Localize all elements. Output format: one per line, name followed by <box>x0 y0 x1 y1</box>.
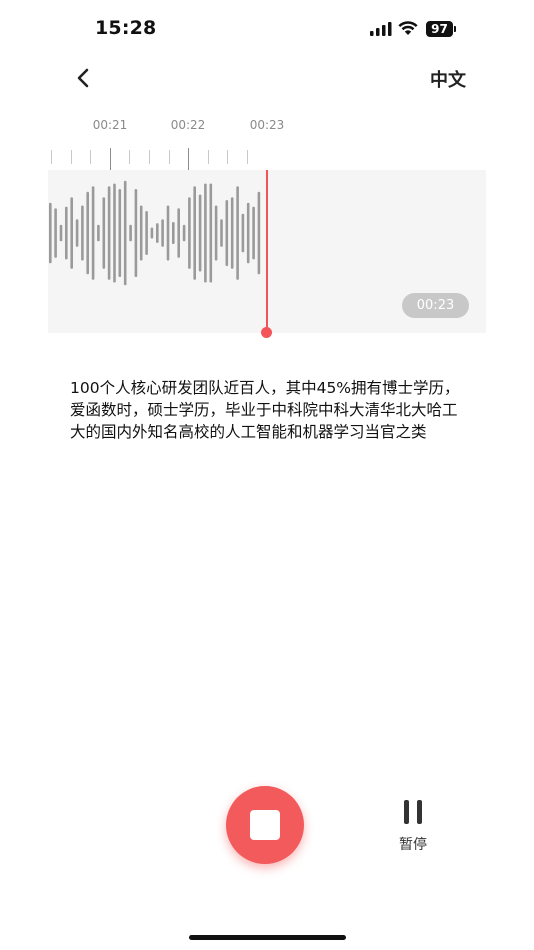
waveform-bar <box>150 227 154 239</box>
waveform-bar <box>123 180 127 286</box>
home-indicator <box>189 935 346 940</box>
waveform-bar <box>86 191 89 275</box>
waveform-bar <box>75 219 79 247</box>
waveform-bar <box>97 224 100 242</box>
waveform-bar <box>70 197 73 269</box>
timeline-tick <box>149 150 150 164</box>
playhead-line[interactable] <box>266 170 268 333</box>
pause-bar <box>417 800 422 824</box>
timeline-label: 00:23 <box>249 118 285 132</box>
cellular-signal-icon <box>370 22 392 36</box>
waveform-bar <box>129 224 132 242</box>
waveform-bar <box>81 205 84 261</box>
timeline-label: 00:21 <box>92 118 128 132</box>
waveform-bar <box>49 202 52 264</box>
waveform-bar <box>209 183 213 283</box>
waveform-bar <box>204 183 207 283</box>
transcript-text: 100个人核心研发团队近百人，其中45%拥有博士学历，爱函数时，硕士学历，毕业于… <box>70 379 460 441</box>
status-bar: 15:28 97 <box>0 0 534 56</box>
timeline-ruler: 00:21 00:22 00:23 <box>48 110 486 172</box>
waveform-bar <box>230 197 234 269</box>
waveform-bar <box>236 186 239 280</box>
waveform-bar <box>65 206 68 260</box>
waveform-bar <box>252 206 255 260</box>
waveform-bar <box>177 208 180 258</box>
timeline-tick <box>51 150 52 164</box>
waveform-bar <box>139 205 143 261</box>
waveform-bar <box>188 197 191 269</box>
timeline-tick <box>70 150 72 164</box>
waveform-bar <box>214 205 218 261</box>
waveform-bar <box>161 219 164 247</box>
waveform-bar <box>225 200 229 266</box>
waveform-bar <box>241 213 245 253</box>
current-time-badge: 00:23 <box>402 293 469 318</box>
battery-icon: 97 <box>426 21 453 37</box>
timeline-tick <box>227 150 229 164</box>
waveform-bar <box>172 222 175 244</box>
pause-bar <box>404 800 409 824</box>
timeline-tick <box>247 150 248 164</box>
timeline-label: 00:22 <box>170 118 206 132</box>
timeline-tick-major <box>188 148 190 170</box>
waveform-bar <box>166 205 170 261</box>
waveform-bar <box>198 194 202 272</box>
timeline-tick-major <box>109 148 111 170</box>
waveform-bar <box>193 186 196 280</box>
waveform-bar <box>220 219 223 247</box>
waveform-bar <box>102 197 106 269</box>
pause-icon <box>403 800 423 824</box>
stop-button[interactable] <box>226 786 304 864</box>
status-time: 15:28 <box>95 17 157 39</box>
stop-square-icon <box>250 810 280 840</box>
waveform-bar <box>59 224 63 242</box>
waveform-bar <box>118 189 122 277</box>
battery-nub <box>454 26 456 32</box>
waveform-bar <box>182 224 186 242</box>
waveform-bar <box>156 223 159 243</box>
waveform-bar <box>145 211 148 255</box>
waveform-bar <box>91 186 95 280</box>
language-button[interactable]: 中文 <box>430 66 466 92</box>
back-button[interactable] <box>70 64 98 92</box>
chevron-left-icon <box>77 68 89 88</box>
pause-button[interactable]: 暂停 <box>392 796 434 856</box>
waveform-bar <box>257 191 261 275</box>
waveform-bar <box>107 186 111 280</box>
playhead-handle[interactable] <box>261 327 272 338</box>
wifi-icon <box>398 21 418 35</box>
waveform-bar <box>134 189 138 277</box>
timeline-tick <box>168 150 170 164</box>
waveform-bar <box>113 183 116 283</box>
waveform-bar <box>54 208 57 258</box>
pause-label: 暂停 <box>399 837 427 853</box>
timeline-tick <box>129 150 131 164</box>
timeline-tick <box>90 150 92 164</box>
timeline-tick <box>207 150 209 164</box>
waveform-bar <box>246 202 250 264</box>
